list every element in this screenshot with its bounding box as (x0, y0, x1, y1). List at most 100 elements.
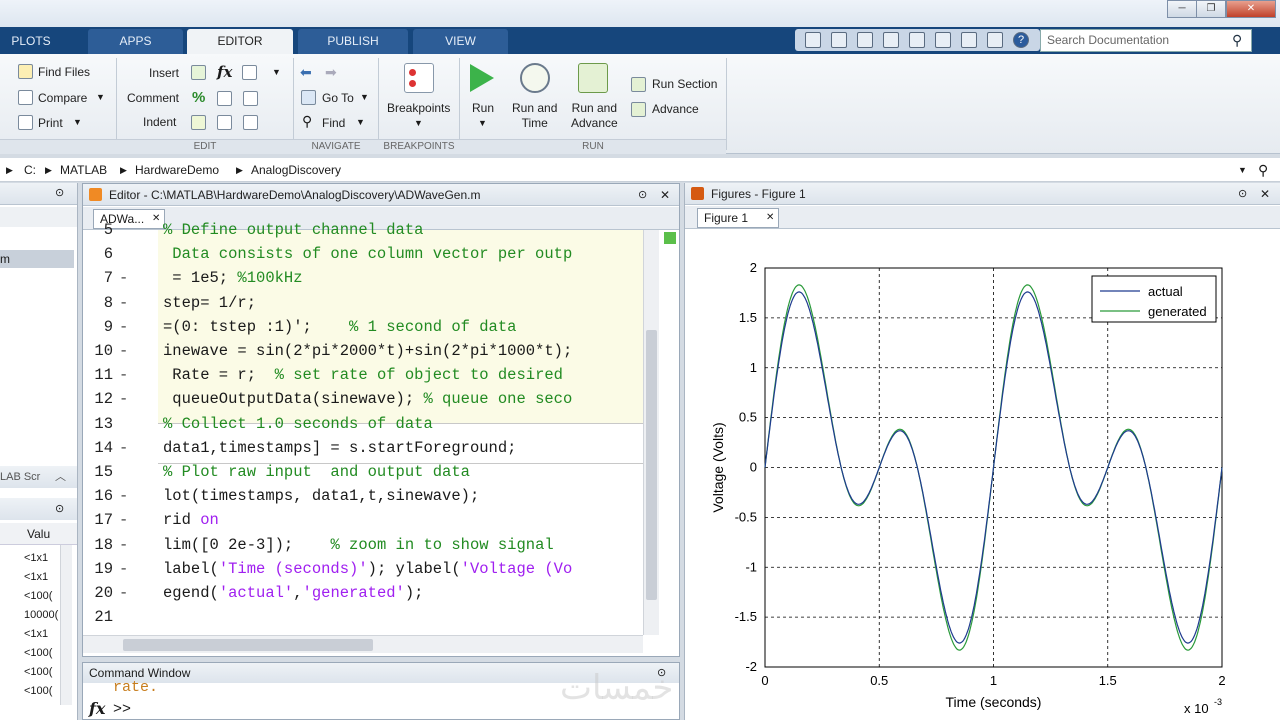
code-line[interactable]: 9- =(0: tstep :1)'; % 1 second of data (83, 315, 663, 339)
search-documentation-input[interactable]: Search Documentation (1040, 29, 1252, 52)
line-number[interactable]: 5 (83, 218, 113, 242)
code-line[interactable]: 11- Rate = r; % set rate of object to de… (83, 363, 663, 387)
chevron-down-icon[interactable]: ▼ (356, 117, 365, 127)
cut-icon[interactable] (857, 32, 873, 48)
chevron-up-icon[interactable]: ︿ (55, 466, 66, 488)
path-segment[interactable]: HardwareDemo (135, 158, 219, 182)
tab-publish[interactable]: PUBLISH (298, 29, 408, 54)
code-line[interactable]: 15 % Plot raw input and output data (83, 460, 663, 484)
go-to-button[interactable]: Go To (322, 91, 354, 105)
line-number[interactable]: 11 (83, 363, 113, 387)
code-line[interactable]: 21 (83, 605, 663, 629)
code-line[interactable]: 19- label('Time (seconds)'); ylabel('Volt… (83, 557, 663, 581)
breakpoint-marker[interactable]: - (119, 557, 128, 581)
redo-icon[interactable] (961, 32, 977, 48)
indent-button[interactable]: Indent (143, 115, 176, 129)
list-item[interactable]: <1x1 (24, 625, 54, 644)
line-number[interactable]: 19 (83, 557, 113, 581)
run-section-button[interactable]: Run Section (652, 77, 717, 91)
line-number[interactable]: 8 (83, 291, 113, 315)
function-browser-icon[interactable]: fx (89, 699, 105, 718)
list-item[interactable]: <100( (24, 663, 54, 682)
line-number[interactable]: 13 (83, 412, 113, 436)
list-item[interactable]: 10000( (24, 606, 58, 625)
line-number[interactable]: 6 (83, 242, 113, 266)
chevron-down-icon[interactable]: ▼ (96, 92, 105, 102)
run-and-time-button[interactable]: Run and Time (512, 101, 557, 131)
tab-apps[interactable]: APPS (88, 29, 183, 54)
code-line[interactable]: 20- egend('actual','generated'); (83, 581, 663, 605)
copy-icon[interactable] (883, 32, 899, 48)
breakpoints-button[interactable]: Breakpoints (387, 101, 450, 115)
line-number[interactable]: 7 (83, 266, 113, 290)
back-arrow-icon[interactable]: ⬅ (300, 64, 312, 81)
tab-figure-1[interactable]: Figure 1 ✕ (697, 208, 779, 228)
current-folder-bar[interactable]: ▶ C: ▶ MATLAB ▶ HardwareDemo ▶ AnalogDis… (0, 158, 1280, 182)
chevron-down-icon[interactable]: ▼ (272, 67, 281, 77)
code-line[interactable]: 14- data1,timestamps] = s.startForeground… (83, 436, 663, 460)
line-number[interactable]: 14 (83, 436, 113, 460)
run-and-advance-icon[interactable] (578, 63, 608, 93)
line-number[interactable]: 12 (83, 387, 113, 411)
line-number[interactable]: 9 (83, 315, 113, 339)
comment-icon[interactable]: % (192, 89, 205, 106)
compare-button[interactable]: Compare (38, 91, 87, 105)
function-icon[interactable] (242, 65, 257, 80)
line-number[interactable]: 17 (83, 508, 113, 532)
scrollbar-thumb[interactable] (123, 639, 373, 651)
breakpoint-marker[interactable]: - (119, 581, 128, 605)
line-number[interactable]: 16 (83, 484, 113, 508)
breakpoint-marker[interactable]: - (119, 363, 128, 387)
line-number[interactable]: 10 (83, 339, 113, 363)
forward-arrow-icon[interactable]: ➡ (325, 64, 337, 81)
chevron-down-icon[interactable]: ▼ (73, 117, 82, 127)
code-analyzer-indicator[interactable] (664, 232, 676, 244)
line-number[interactable]: 18 (83, 533, 113, 557)
chevron-down-icon[interactable]: ▼ (1238, 158, 1247, 182)
switch-windows-icon[interactable] (987, 32, 1003, 48)
vertical-scrollbar[interactable] (643, 230, 659, 635)
maximize-button[interactable]: ❐ (1196, 0, 1226, 18)
breakpoint-marker[interactable]: - (119, 436, 128, 460)
minimize-button[interactable]: ─ (1167, 0, 1197, 18)
find-button[interactable]: Find (322, 116, 345, 130)
value-column-header[interactable]: Valu (0, 523, 77, 545)
uncomment-icon[interactable] (217, 91, 232, 106)
close-window-button[interactable]: ✕ (1226, 0, 1276, 18)
selected-file-row[interactable]: m (0, 250, 74, 268)
voltage-plot[interactable]: 0 0.5 1 1.5 2 2 1.5 1 0.5 0 -0.5 -1 -1.5 -2 Time (seco… (685, 243, 1280, 720)
code-line[interactable]: 8- step= 1/r; (83, 291, 663, 315)
code-area[interactable]: 5 % Define output channel data 6 Data cons… (83, 221, 663, 635)
chevron-down-icon[interactable]: ▼ (478, 118, 487, 128)
search-icon[interactable]: ⚲ (1232, 32, 1242, 49)
close-icon[interactable]: ✕ (766, 209, 774, 227)
breakpoint-marker[interactable]: - (119, 387, 128, 411)
code-line[interactable]: 13 % Collect 1.0 seconds of data (83, 412, 663, 436)
list-item[interactable]: <100( (24, 682, 54, 701)
save-icon[interactable] (831, 32, 847, 48)
scrollbar-thumb[interactable] (646, 330, 657, 600)
code-line[interactable]: 7- = 1e5; %100kHz (83, 266, 663, 290)
smart-indent-icon[interactable] (191, 115, 206, 130)
code-line[interactable]: 18- lim([0 2e-3]); % zoom in to show sign… (83, 533, 663, 557)
run-button[interactable]: Run (472, 101, 494, 115)
decrease-indent-icon[interactable] (243, 115, 258, 130)
tab-view[interactable]: VIEW (413, 29, 508, 54)
pane-menu-icon[interactable]: ⊙ (638, 184, 647, 206)
chevron-down-icon[interactable]: ▼ (414, 118, 423, 128)
code-line[interactable]: 10- inewave = sin(2*pi*2000*t)+sin(2*pi*1… (83, 339, 663, 363)
code-line[interactable]: 5 % Define output channel data (83, 218, 663, 242)
wrap-comment-icon[interactable] (243, 91, 258, 106)
new-icon[interactable] (805, 32, 821, 48)
search-folder-icon[interactable]: ⚲ (1258, 158, 1268, 182)
horizontal-scrollbar[interactable] (83, 635, 643, 653)
increase-indent-icon[interactable] (217, 115, 232, 130)
run-and-advance-button[interactable]: Run and Advance (571, 101, 618, 131)
breakpoint-marker[interactable]: - (119, 266, 128, 290)
breakpoint-marker[interactable]: - (119, 339, 128, 363)
path-segment[interactable]: AnalogDiscovery (251, 158, 341, 182)
list-item[interactable]: <1x1 (24, 549, 54, 568)
insert-section-icon[interactable] (191, 65, 206, 80)
close-icon[interactable]: ✕ (1260, 183, 1270, 205)
pane-menu-icon[interactable]: ⊙ (55, 502, 64, 515)
